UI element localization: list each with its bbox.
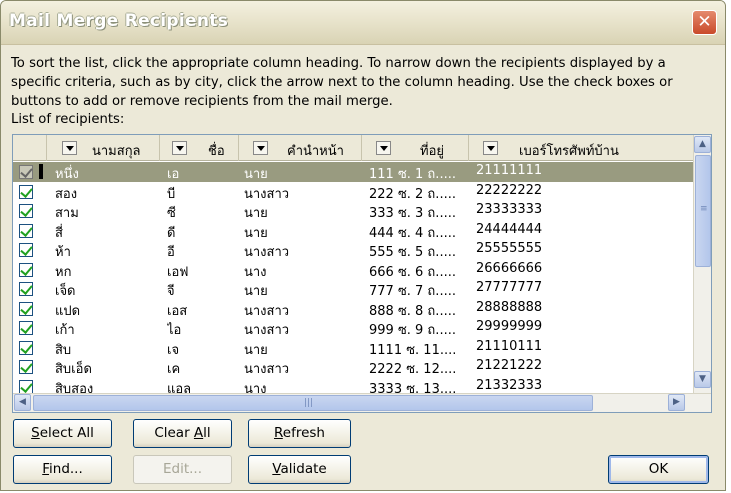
horizontal-scroll-thumb[interactable]: |||	[33, 395, 593, 411]
column-label: นามสกุล	[92, 144, 141, 159]
recipient-checkbox[interactable]	[19, 223, 33, 238]
recipients-list[interactable]: นามสกุล ชื่อ คำนำหน้า ที่อยู่ เบอร์โทรศั…	[12, 134, 712, 413]
phone-cell: 22222222	[476, 182, 543, 198]
table-row[interactable]: สิบ เจ นาย 1111 ซ. 11.... 21110111	[13, 338, 693, 358]
clear-all-button[interactable]: Clear All	[133, 419, 232, 448]
recipient-checkbox[interactable]	[19, 243, 33, 257]
phone-cell: 29999999	[476, 319, 543, 334]
recipient-checkbox[interactable]	[19, 165, 33, 179]
edit-button[interactable]: Edit...	[133, 455, 232, 484]
table-row[interactable]: หก เอฟ นาง 666 ซ. 6 ถ..... 26666666	[13, 260, 693, 280]
recipient-checkbox[interactable]	[19, 340, 33, 355]
column-label: ที่อยู่	[420, 144, 444, 159]
column-header-lastname[interactable]: นามสกุล	[47, 135, 160, 161]
current-row-marker	[39, 164, 43, 179]
table-row[interactable]: สอง บี นางสาว 222 ซ. 2 ถ..... 22222222	[13, 182, 693, 202]
button-label: ind...	[49, 461, 83, 477]
table-row[interactable]: สิบสอง แอล นาง 3333 ซ. 13.... 21332333	[13, 377, 693, 394]
phone-cell: 21332333	[476, 377, 543, 393]
find-button[interactable]: Find...	[13, 455, 112, 484]
refresh-button[interactable]: Refresh	[248, 419, 351, 448]
filter-dropdown-icon[interactable]	[253, 141, 268, 155]
accelerator-key: R	[274, 425, 283, 441]
table-row[interactable]: เจ็ด จี นาย 777 ซ. 7 ถ..... 27777777	[13, 279, 693, 299]
column-label: คำนำหน้า	[287, 144, 344, 159]
table-row[interactable]: หนึ่ง เอ นาย 111 ซ. 1 ถ..... 21111111	[13, 162, 693, 182]
table-row[interactable]: เก้า ไอ นางสาว 999 ซ. 9 ถ..... 29999999	[13, 318, 693, 338]
column-header-title[interactable]: คำนำหน้า	[239, 135, 362, 161]
scroll-down-button[interactable]: ▼	[694, 371, 711, 388]
phone-cell: 25555555	[476, 241, 543, 256]
title-bar: Mail Merge Recipients ✕	[1, 1, 725, 45]
phone-cell: 26666666	[476, 260, 543, 276]
button-label: Clear	[154, 425, 194, 441]
recipient-checkbox[interactable]	[19, 204, 33, 218]
table-row[interactable]: แปด เอส นางสาว 888 ซ. 8 ถ..... 28888888	[13, 299, 693, 319]
title-cell: นาง	[244, 381, 267, 394]
accelerator-key: F	[42, 461, 50, 477]
table-row[interactable]: สาม ซี นาย 333 ซ. 3 ถ..... 23333333	[13, 201, 693, 221]
filter-dropdown-icon[interactable]	[62, 141, 77, 155]
recipient-rows: หนึ่ง เอ นาย 111 ซ. 1 ถ..... 21111111 สอ…	[13, 162, 693, 393]
button-label: ll	[203, 425, 211, 441]
phone-cell: 21111111	[476, 163, 543, 178]
phone-cell: 24444444	[476, 221, 543, 237]
accelerator-key: A	[193, 425, 204, 441]
recipient-checkbox[interactable]	[19, 379, 33, 393]
column-label: เบอร์โทรศัพท์บ้าน	[519, 144, 619, 159]
close-button[interactable]: ✕	[692, 10, 717, 35]
recipient-checkbox[interactable]	[19, 301, 33, 316]
scroll-right-button[interactable]: ▶	[668, 394, 685, 411]
ok-button[interactable]: OK	[608, 455, 709, 484]
phone-cell: 21110111	[476, 338, 543, 354]
scroll-left-button[interactable]: ◀	[14, 394, 31, 411]
firstname-cell: แอล	[167, 381, 192, 394]
phone-cell: 21221222	[476, 358, 543, 373]
accelerator-key: S	[31, 425, 40, 441]
instructions-text: To sort the list, click the appropriate …	[11, 56, 673, 109]
recipient-checkbox[interactable]	[19, 360, 33, 374]
dialog-title: Mail Merge Recipients	[9, 11, 229, 31]
address-cell: 3333 ซ. 13....	[369, 381, 457, 394]
grip-icon: |||	[304, 398, 314, 408]
button-label: elect All	[39, 425, 94, 441]
table-row[interactable]: ห้า อี นางสาว 555 ซ. 5 ถ..... 25555555	[13, 240, 693, 260]
table-row[interactable]: สี่ ดี นาย 444 ซ. 4 ถ..... 24444444	[13, 221, 693, 241]
column-header-phone[interactable]: เบอร์โทรศัพท์บ้าน	[469, 135, 693, 161]
phone-cell: 28888888	[476, 299, 543, 315]
horizontal-scrollbar[interactable]: ◀ ||| ▶	[13, 393, 711, 412]
phone-cell: 23333333	[476, 202, 543, 217]
button-label: efresh	[282, 425, 325, 441]
button-label: alidate	[280, 461, 327, 477]
column-header-row: นามสกุล ชื่อ คำนำหน้า ที่อยู่ เบอร์โทรศั…	[13, 135, 693, 161]
list-of-recipients-label: List of recipients:	[11, 112, 125, 127]
vertical-scroll-thumb[interactable]: ≡	[695, 155, 711, 267]
filter-dropdown-icon[interactable]	[483, 141, 498, 155]
filter-dropdown-icon[interactable]	[376, 141, 391, 155]
recipient-checkbox[interactable]	[19, 282, 33, 296]
select-all-button[interactable]: Select All	[13, 419, 112, 448]
mail-merge-recipients-dialog: Mail Merge Recipients ✕ To sort the list…	[0, 0, 726, 491]
recipient-checkbox[interactable]	[19, 321, 33, 335]
column-label: ชื่อ	[208, 144, 225, 159]
vertical-scrollbar[interactable]: ▲ ≡ ▼	[693, 135, 711, 393]
recipient-checkbox[interactable]	[19, 262, 33, 277]
phone-cell: 27777777	[476, 280, 543, 295]
lastname-cell: สิบสอง	[55, 381, 94, 394]
recipient-checkbox[interactable]	[19, 184, 33, 199]
column-header-firstname[interactable]: ชื่อ	[160, 135, 239, 161]
grip-icon: ≡	[700, 204, 708, 214]
scroll-up-button[interactable]: ▲	[694, 136, 711, 153]
column-header-address[interactable]: ที่อยู่	[362, 135, 469, 161]
filter-dropdown-icon[interactable]	[172, 141, 187, 155]
validate-button[interactable]: Validate	[248, 455, 351, 484]
table-row[interactable]: สิบเอ็ด เค นางสาว 2222 ซ. 12.... 2122122…	[13, 357, 693, 377]
header-check-column	[13, 135, 47, 161]
